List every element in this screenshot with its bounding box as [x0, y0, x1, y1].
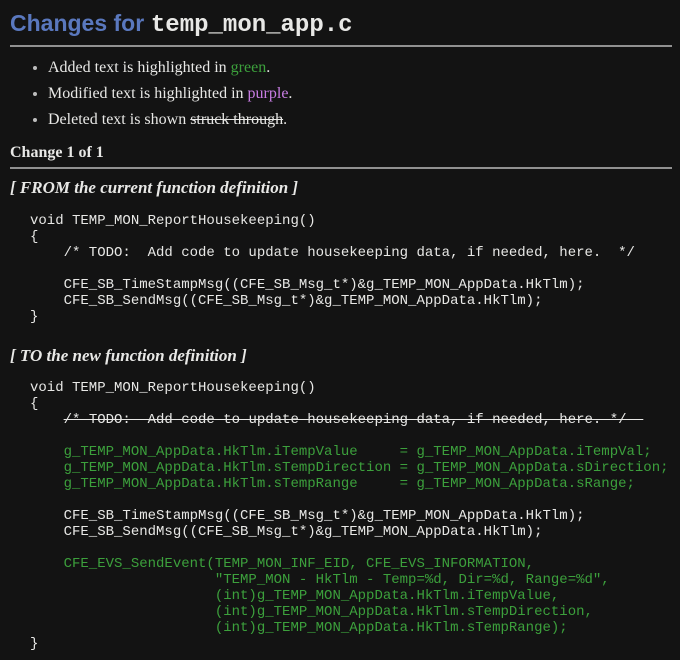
code-line: CFE_EVS_SendEvent(TEMP_MON_INF_EID, CFE_…	[30, 556, 534, 572]
code-line: CFE_SB_SendMsg((CFE_SB_Msg_t*)&g_TEMP_MO…	[30, 293, 542, 309]
page-title-prefix: Changes for	[10, 10, 144, 36]
legend-item-modified: Modified text is highlighted in purple.	[48, 85, 672, 103]
legend-deleted-text: Deleted text is shown	[48, 111, 190, 128]
change-divider	[10, 167, 672, 169]
legend-modified-text: Modified text is highlighted in	[48, 85, 248, 102]
legend-modified-highlight: purple	[248, 85, 289, 102]
code-block-from: void TEMP_MON_ReportHousekeeping() { /* …	[30, 213, 672, 325]
code-line: g_TEMP_MON_AppData.HkTlm.iTempValue = g_…	[30, 444, 652, 460]
code-line: CFE_SB_TimeStampMsg((CFE_SB_Msg_t*)&g_TE…	[30, 277, 585, 293]
code-line: {	[30, 396, 38, 412]
code-line: (int)g_TEMP_MON_AppData.HkTlm.iTempValue…	[30, 588, 559, 604]
code-line: }	[30, 309, 38, 325]
legend-added-period: .	[266, 59, 270, 76]
code-line: /* TODO: Add code to update housekeeping…	[64, 412, 644, 428]
legend-modified-period: .	[288, 85, 292, 102]
code-block-to: void TEMP_MON_ReportHousekeeping() { /* …	[30, 380, 672, 652]
change-counter: Change 1 of 1	[10, 144, 672, 162]
code-line: (int)g_TEMP_MON_AppData.HkTlm.sTempRange…	[30, 620, 568, 636]
from-heading: [ FROM the current function definition ]	[10, 178, 672, 198]
code-line: void TEMP_MON_ReportHousekeeping()	[30, 213, 316, 229]
code-line: "TEMP_MON - HkTlm - Temp=%d, Dir=%d, Ran…	[30, 572, 610, 588]
title-divider	[10, 45, 672, 47]
to-heading: [ TO the new function definition ]	[10, 346, 672, 366]
code-line: g_TEMP_MON_AppData.HkTlm.sTempRange = g_…	[30, 476, 635, 492]
legend-added-text: Added text is highlighted in	[48, 59, 231, 76]
code-line: CFE_SB_TimeStampMsg((CFE_SB_Msg_t*)&g_TE…	[30, 508, 585, 524]
code-line: g_TEMP_MON_AppData.HkTlm.sTempDirection …	[30, 460, 669, 476]
code-line: }	[30, 636, 38, 652]
legend-list: Added text is highlighted in green. Modi…	[10, 59, 672, 130]
code-line: /* TODO: Add code to update housekeeping…	[30, 245, 635, 261]
legend-deleted-period: .	[283, 111, 287, 128]
code-line: {	[30, 229, 38, 245]
legend-item-deleted: Deleted text is shown struck through.	[48, 111, 672, 129]
legend-item-added: Added text is highlighted in green.	[48, 59, 672, 77]
code-line: (int)g_TEMP_MON_AppData.HkTlm.sTempDirec…	[30, 604, 593, 620]
page-title-filename: temp_mon_app.c	[151, 12, 353, 39]
legend-added-highlight: green	[231, 59, 267, 76]
code-line: CFE_SB_SendMsg((CFE_SB_Msg_t*)&g_TEMP_MO…	[30, 524, 542, 540]
code-line: void TEMP_MON_ReportHousekeeping()	[30, 380, 316, 396]
legend-deleted-highlight: struck through	[190, 111, 283, 128]
page-title: Changes for temp_mon_app.c	[10, 8, 672, 40]
changes-page: Changes for temp_mon_app.c Added text is …	[10, 8, 672, 652]
